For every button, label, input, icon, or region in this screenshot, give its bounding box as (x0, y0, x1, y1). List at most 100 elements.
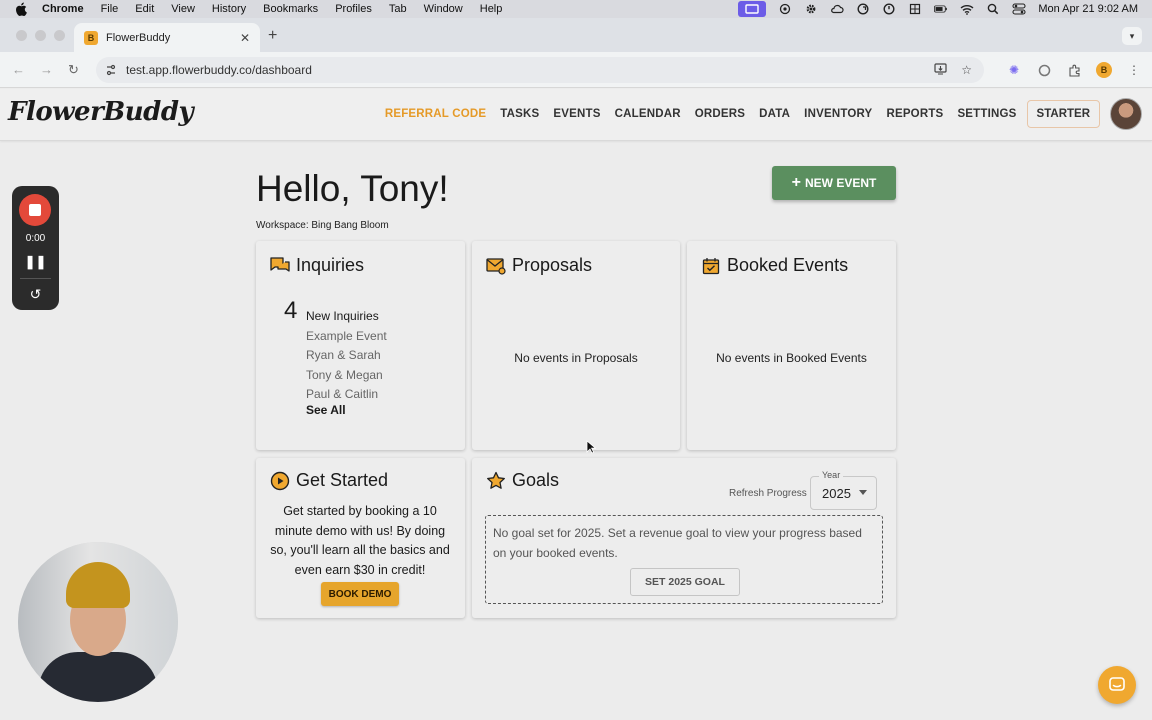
site-settings-icon[interactable] (104, 63, 118, 77)
cloud-icon[interactable] (830, 3, 844, 15)
battery-icon[interactable] (934, 3, 948, 15)
control-center-icon[interactable] (1012, 3, 1026, 15)
user-avatar[interactable] (1110, 98, 1142, 130)
browser-tab-flowerbuddy[interactable]: B FlowerBuddy ✕ (74, 23, 260, 52)
openai-icon[interactable] (778, 3, 792, 15)
nav-tasks[interactable]: TASKS (500, 108, 539, 120)
nav-inventory[interactable]: INVENTORY (804, 108, 872, 120)
play-circle-icon (270, 471, 290, 491)
menu-app-chrome[interactable]: Chrome (42, 3, 84, 15)
grammarly-icon[interactable] (856, 3, 870, 15)
inquiries-title: Inquiries (270, 255, 364, 276)
search-icon[interactable] (986, 3, 1000, 15)
webcam-overlay (18, 542, 178, 702)
extension-grammarly-icon[interactable] (1036, 62, 1052, 78)
extensions-puzzle-icon[interactable] (1066, 62, 1082, 78)
list-item[interactable]: Tony & Megan (306, 366, 387, 385)
goals-card: Goals Refresh Progress Year 2025 No goal… (472, 458, 896, 618)
menu-edit[interactable]: Edit (135, 3, 154, 15)
screen-record-icon[interactable] (738, 1, 767, 17)
chat-launcher-icon[interactable] (1098, 666, 1136, 704)
chevron-down-icon (859, 490, 867, 495)
minimize-window-button[interactable] (35, 30, 46, 41)
nav-calendar[interactable]: CALENDAR (615, 108, 681, 120)
nav-orders[interactable]: ORDERS (695, 108, 745, 120)
profile-avatar-icon[interactable]: B (1096, 62, 1112, 78)
booked-events-title-text: Booked Events (727, 255, 849, 275)
apple-icon[interactable] (14, 2, 28, 16)
wifi-icon[interactable] (960, 3, 974, 15)
recording-widget: 0:00 ❚❚ ↺ (12, 186, 59, 310)
reload-icon[interactable]: ↻ (68, 62, 79, 78)
back-arrow-icon[interactable]: ← (12, 62, 25, 77)
recorder-divider (20, 278, 51, 279)
new-event-button[interactable]: + NEW EVENT (772, 166, 896, 200)
restart-icon[interactable]: ↺ (12, 286, 59, 303)
menu-window[interactable]: Window (424, 3, 463, 15)
omnibox-actions: ☆ (934, 63, 972, 78)
chrome-menu-icon[interactable]: ⋮ (1126, 62, 1142, 78)
plan-button[interactable]: STARTER (1026, 100, 1100, 128)
see-all-link[interactable]: See All (306, 403, 346, 417)
menubar-clock[interactable]: Mon Apr 21 9:02 AM (1038, 3, 1138, 15)
url-text: test.app.flowerbuddy.co/dashboard (126, 63, 312, 77)
window-grid-icon[interactable] (908, 3, 922, 15)
new-tab-icon[interactable]: + (268, 27, 277, 45)
close-window-button[interactable] (16, 30, 27, 41)
menu-bookmarks[interactable]: Bookmarks (263, 3, 318, 15)
nav-referral-code[interactable]: REFERRAL CODE (385, 108, 486, 120)
recording-timer: 0:00 (25, 233, 46, 244)
menu-tab[interactable]: Tab (389, 3, 407, 15)
chat-bubbles-icon (270, 256, 290, 276)
clock-circle-icon[interactable] (882, 3, 896, 15)
star-circle-icon (486, 471, 506, 491)
nav-reports[interactable]: REPORTS (886, 108, 943, 120)
menu-view[interactable]: View (171, 3, 195, 15)
menu-help[interactable]: Help (480, 3, 503, 15)
booked-events-empty-message: No events in Booked Events (716, 351, 867, 365)
pause-icon[interactable]: ❚❚ (12, 254, 59, 270)
close-tab-icon[interactable]: ✕ (240, 31, 250, 45)
menubar-status-area: Mon Apr 21 9:02 AM (738, 0, 1138, 18)
tab-title: FlowerBuddy (106, 31, 171, 44)
booked-events-card: Booked Events No events in Booked Events (687, 241, 896, 450)
main-nav: REFERRAL CODE TASKS EVENTS CALENDAR ORDE… (371, 98, 1142, 130)
set-goal-button[interactable]: SET 2025 GOAL (630, 568, 740, 596)
menu-file[interactable]: File (101, 3, 119, 15)
menu-profiles[interactable]: Profiles (335, 3, 372, 15)
webcam-person-body (38, 652, 158, 702)
nav-settings[interactable]: SETTINGS (957, 108, 1016, 120)
forward-arrow-icon[interactable]: → (40, 62, 53, 77)
browser-tab-strip: B FlowerBuddy ✕ + ▾ (0, 18, 1152, 52)
address-bar[interactable]: test.app.flowerbuddy.co/dashboard ☆ (96, 57, 984, 83)
workspace-label: Workspace: Bing Bang Bloom (256, 220, 389, 231)
plus-icon: + (791, 174, 801, 191)
install-app-icon[interactable] (934, 62, 947, 78)
inquiries-card: Inquiries 4 New Inquiries Example Event … (256, 241, 465, 450)
app-header: FlowerBuddy REFERRAL CODE TASKS EVENTS C… (0, 89, 1152, 141)
get-started-description: Get started by booking a 10 minute demo … (270, 504, 450, 577)
stop-recording-button[interactable] (19, 194, 51, 226)
extension-sparkle-icon[interactable]: ✺ (1006, 62, 1022, 78)
os-menubar: Chrome File Edit View History Bookmarks … (0, 0, 1152, 18)
mouse-cursor-icon (586, 440, 596, 454)
get-started-card: Get Started Get started by booking a 10 … (256, 458, 465, 618)
tab-search-icon[interactable]: ▾ (1122, 27, 1142, 45)
maximize-window-button[interactable] (54, 30, 65, 41)
page-title: Hello, Tony! (256, 168, 449, 209)
list-item[interactable]: Ryan & Sarah (306, 346, 387, 365)
bookmark-star-icon[interactable]: ☆ (961, 63, 972, 78)
booked-events-title: Booked Events (701, 255, 848, 276)
year-select[interactable]: Year 2025 (810, 470, 877, 510)
list-item[interactable]: Example Event (306, 327, 387, 346)
menu-history[interactable]: History (212, 3, 246, 15)
gear-icon[interactable] (804, 3, 818, 15)
proposals-title: Proposals (486, 255, 592, 276)
window-controls (16, 30, 65, 41)
book-demo-button[interactable]: BOOK DEMO (321, 582, 399, 606)
flowerbuddy-logo[interactable]: FlowerBuddy (8, 97, 194, 127)
list-item[interactable]: Paul & Caitlin (306, 385, 387, 404)
nav-events[interactable]: EVENTS (553, 108, 600, 120)
nav-data[interactable]: DATA (759, 108, 790, 120)
refresh-progress-link[interactable]: Refresh Progress (729, 488, 807, 499)
